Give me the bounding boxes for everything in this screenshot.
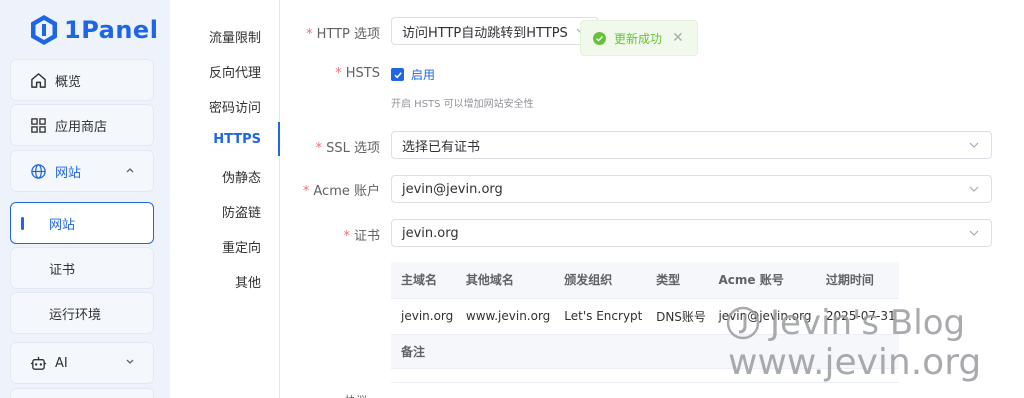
table-cell: www.jevin.org — [455, 298, 555, 335]
column-header: 颁发组织 — [554, 262, 647, 299]
home-icon — [29, 71, 47, 89]
tab-https[interactable]: HTTPS — [213, 132, 261, 147]
site-settings-nav: 流量限制 反向代理 密码访问 HTTPS 伪静态 防盗链 重定向 其他 — [180, 0, 280, 398]
sidebar-item-label: AI — [55, 355, 68, 371]
sidebar-item-runtime[interactable]: 运行环境 — [10, 292, 154, 334]
sidebar-item-certificate[interactable]: 证书 — [10, 247, 154, 289]
tab-hotlink-protection[interactable]: 防盗链 — [222, 202, 261, 221]
column-header: 类型 — [646, 262, 709, 299]
sidebar-item-label: 应用商店 — [55, 119, 108, 135]
sidebar-item-next[interactable] — [10, 388, 154, 398]
grid-icon — [29, 116, 47, 134]
table-cell: jevin.org — [391, 298, 456, 335]
ssl-option-select[interactable]: 选择已有证书 — [391, 131, 992, 159]
column-header: 过期时间 — [815, 262, 899, 299]
sidebar-item-label: 运行环境 — [49, 307, 102, 323]
sidebar-item-overview[interactable]: 概览 — [10, 59, 154, 101]
sidebar: 1Panel 概览 应用商店 网站 网站 证书 运行环境 AI — [0, 0, 170, 398]
tab-traffic-limit[interactable]: 流量限制 — [209, 27, 261, 46]
success-toast: 更新成功 ✕ — [580, 20, 698, 56]
sidebar-item-website-group[interactable]: 网站 — [10, 150, 154, 192]
chevron-down-icon — [969, 142, 979, 148]
next-field-label: 协议 — [345, 392, 367, 398]
watermark-title: Jevin's Blog — [770, 303, 966, 343]
http-option-select[interactable]: 访问HTTP自动跳转到HTTPS — [391, 17, 599, 45]
chevron-down-icon — [969, 230, 979, 236]
sidebar-item-appstore[interactable]: 应用商店 — [10, 104, 154, 146]
checkbox-checked-icon — [391, 68, 404, 81]
hsts-hint: 开启 HSTS 可以增加网站安全性 — [391, 99, 534, 110]
close-icon[interactable]: ✕ — [672, 30, 684, 46]
hsts-checkbox-label: 启用 — [411, 68, 436, 82]
tab-reverse-proxy[interactable]: 反向代理 — [209, 62, 261, 81]
sidebar-item-label: 概览 — [55, 74, 82, 90]
http-option-label: * HTTP 选项 — [306, 27, 380, 42]
tab-password-access[interactable]: 密码访问 — [209, 97, 261, 116]
table-header-row: 主域名 其他域名 颁发组织 类型 Acme 账号 过期时间 — [391, 262, 899, 299]
acme-account-select[interactable]: jevin@jevin.org — [391, 175, 992, 203]
ssl-option-label: * SSL 选项 — [315, 141, 380, 156]
sidebar-item-website[interactable]: 网站 — [10, 202, 154, 244]
tab-other[interactable]: 其他 — [235, 272, 261, 291]
logo-icon — [31, 15, 57, 45]
table-cell: Let's Encrypt — [554, 298, 647, 335]
app-logo[interactable]: 1Panel — [30, 14, 158, 46]
column-header: 其他域名 — [455, 262, 555, 299]
certificate-label: * 证书 — [343, 229, 380, 244]
sidebar-item-label: 网站 — [55, 165, 82, 181]
acme-account-label: * Acme 账户 — [302, 184, 380, 199]
table-cell: DNS账号 — [646, 298, 709, 335]
tab-redirect[interactable]: 重定向 — [222, 237, 261, 256]
chevron-down-icon — [969, 186, 979, 192]
hsts-label: * HSTS — [335, 66, 380, 81]
sidebar-item-ai[interactable]: AI — [10, 342, 154, 384]
tab-rewrite[interactable]: 伪静态 — [222, 167, 261, 186]
column-header: Acme 账号 — [708, 262, 816, 299]
column-header: 主域名 — [391, 262, 456, 299]
hsts-checkbox[interactable]: 启用 — [391, 66, 435, 83]
blog-watermark: Jevin's Blog www.jevin.org — [726, 304, 981, 384]
check-circle-icon — [593, 31, 606, 45]
sidebar-item-label: 网站 — [49, 217, 76, 233]
certificate-select[interactable]: jevin.org — [391, 219, 992, 247]
toast-message: 更新成功 — [614, 31, 663, 46]
tab-active-indicator — [278, 122, 280, 156]
active-indicator — [21, 217, 24, 230]
watermark-url: www.jevin.org — [728, 342, 982, 383]
chevron-up-icon — [126, 168, 134, 173]
logo-text: 1Panel — [64, 16, 159, 44]
globe-icon — [29, 162, 47, 180]
chevron-down-icon — [126, 359, 134, 364]
robot-icon — [29, 354, 47, 372]
jevin-logo-icon — [726, 306, 760, 340]
sidebar-item-label: 证书 — [49, 262, 76, 278]
